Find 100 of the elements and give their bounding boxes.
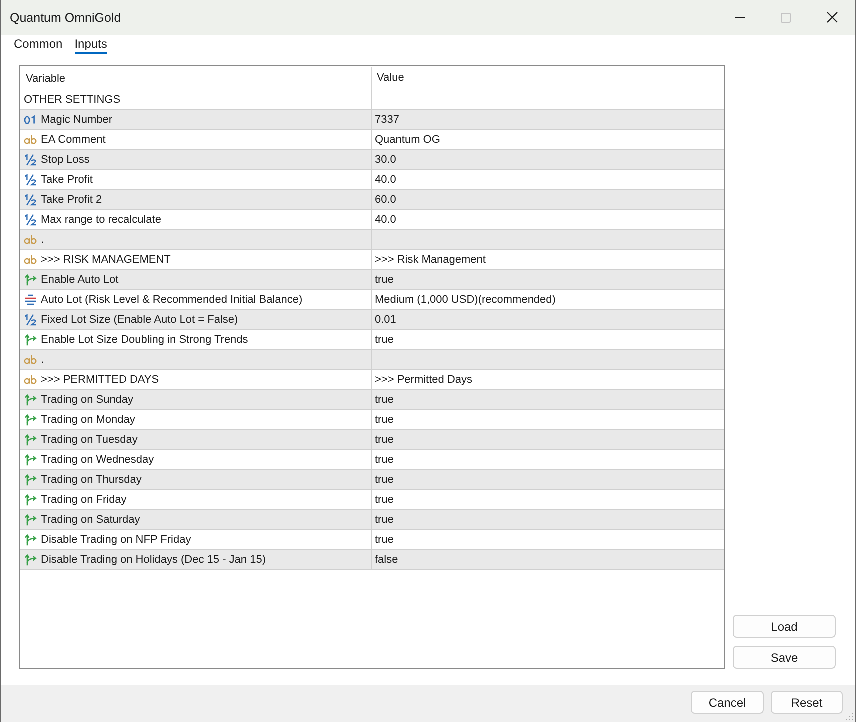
table-row[interactable]: Trading on Saturday true [20, 510, 724, 530]
value-cell-text: false [374, 552, 400, 568]
variable-name: Trading on Wednesday [41, 454, 154, 466]
letters-icon [24, 254, 37, 266]
variable-name: Trading on Monday [41, 414, 136, 426]
table-row[interactable]: Fixed Lot Size (Enable Auto Lot = False) 0.01 [20, 310, 724, 330]
split-arrow-icon [24, 514, 37, 526]
table-row[interactable]: EA Comment Quantum OG [20, 130, 724, 150]
split-arrow-icon [24, 414, 37, 426]
table-row[interactable]: Stop Loss 30.0 [20, 150, 724, 170]
split-arrow-icon [24, 494, 37, 506]
split-arrow-icon [24, 394, 37, 406]
value-cell-text: Quantum OG [374, 132, 442, 148]
value-cell-text: 40.0 [374, 172, 398, 188]
letters-icon [24, 234, 37, 246]
reset-button[interactable]: Reset [771, 691, 843, 714]
split-arrow-icon [24, 434, 37, 446]
table-row[interactable]: Trading on Sunday true [20, 390, 724, 410]
variable-name: . [41, 354, 44, 366]
tab[interactable]: Inputs [74, 35, 108, 54]
variable-name: Trading on Thursday [41, 474, 142, 486]
split-arrow-icon [24, 274, 37, 286]
value-cell-text: true [374, 472, 395, 488]
variable-name: Disable Trading on Holidays (Dec 15 - Jan 15) [41, 554, 266, 566]
split-arrow-icon [24, 534, 37, 546]
variable-name: Trading on Tuesday [41, 434, 138, 446]
fraction-icon [24, 154, 37, 166]
table-row[interactable]: Take Profit 40.0 [20, 170, 724, 190]
variable-name: Take Profit 2 [41, 194, 102, 206]
table-row[interactable]: . [20, 350, 724, 370]
value-cell-text: 0.01 [374, 312, 398, 328]
variable-name: Auto Lot (Risk Level & Recommended Initial Balance) [41, 294, 303, 306]
letters-icon [24, 354, 37, 366]
cancel-button[interactable]: Cancel [691, 691, 764, 714]
value-cell-text: 7337 [374, 112, 400, 128]
table-row[interactable]: >>> RISK MANAGEMENT >>> Risk Management [20, 250, 724, 270]
table-row[interactable]: Trading on Wednesday true [20, 450, 724, 470]
split-arrow-icon [24, 334, 37, 346]
fraction-icon [24, 174, 37, 186]
variable-name: Take Profit [41, 174, 93, 186]
tab[interactable]: Common [14, 35, 63, 54]
resize-grip-icon[interactable] [845, 712, 854, 721]
value-cell-text: >>> Risk Management [374, 252, 487, 268]
table-row[interactable]: Disable Trading on NFP Friday true [20, 530, 724, 550]
value-cell-text: true [374, 412, 395, 428]
load-button[interactable]: Load [733, 615, 836, 638]
table-row[interactable]: Trading on Thursday true [20, 470, 724, 490]
minimize-icon [735, 17, 745, 18]
table-row[interactable]: >>> PERMITTED DAYS >>> Permitted Days [20, 370, 724, 390]
digits-icon [24, 114, 37, 126]
table-row[interactable]: Enable Auto Lot true [20, 270, 724, 290]
variable-name: Disable Trading on NFP Friday [41, 534, 192, 546]
variable-name: Trading on Friday [41, 494, 127, 506]
value-cell-text: true [374, 532, 395, 548]
letters-icon [24, 134, 37, 146]
variable-name: >>> RISK MANAGEMENT [41, 254, 171, 266]
variable-name: Magic Number [41, 114, 113, 126]
variable-name: OTHER SETTINGS [24, 94, 121, 106]
split-arrow-icon [24, 554, 37, 566]
variable-name: Stop Loss [41, 154, 90, 166]
value-cell-text: Medium (1,000 USD)(recommended) [374, 292, 557, 308]
value-cell-text: true [374, 492, 395, 508]
value-cell-text: true [374, 272, 395, 288]
column-header[interactable]: Value [372, 66, 724, 90]
table-row[interactable]: Magic Number 7337 [20, 110, 724, 130]
value-cell-text: 30.0 [374, 152, 398, 168]
save-button[interactable]: Save [733, 646, 836, 669]
variable-name: Trading on Sunday [41, 394, 134, 406]
value-cell-text: true [374, 432, 395, 448]
split-arrow-icon [24, 474, 37, 486]
table-row[interactable]: Trading on Monday true [20, 410, 724, 430]
value-cell-text: 60.0 [374, 192, 398, 208]
variable-name: . [41, 234, 44, 246]
variable-name: Fixed Lot Size (Enable Auto Lot = False) [41, 314, 238, 326]
table-row[interactable]: Trading on Friday true [20, 490, 724, 510]
variable-name: EA Comment [41, 134, 106, 146]
table-row[interactable]: Trading on Tuesday true [20, 430, 724, 450]
fraction-icon [24, 194, 37, 206]
maximize-icon [781, 12, 791, 22]
value-cell-text: true [374, 452, 395, 468]
variable-name: Max range to recalculate [41, 214, 162, 226]
close-icon [826, 12, 838, 23]
variable-name: Trading on Saturday [41, 514, 140, 526]
window-title: Quantum OmniGold [10, 10, 122, 24]
value-cell-text: 40.0 [374, 212, 398, 228]
value-cell-text: >>> Permitted Days [374, 372, 474, 388]
table-row[interactable]: OTHER SETTINGS [20, 90, 724, 110]
variable-name: >>> PERMITTED DAYS [41, 374, 160, 386]
table-row[interactable]: Take Profit 2 60.0 [20, 190, 724, 210]
table-row[interactable]: Enable Lot Size Doubling in Strong Trends true [20, 330, 724, 350]
variable-name: Enable Auto Lot [41, 274, 119, 286]
fraction-icon [24, 214, 37, 226]
value-cell-text: true [374, 392, 395, 408]
table-row[interactable]: Auto Lot (Risk Level & Recommended Initial Balance) Medium (1,000 USD)(recommended) [20, 290, 724, 310]
table-row[interactable]: Disable Trading on Holidays (Dec 15 - Jan 15) false [20, 550, 724, 570]
table-row[interactable]: Max range to recalculate 40.0 [20, 210, 724, 230]
split-arrow-icon [24, 454, 37, 466]
table-row[interactable]: . [20, 230, 724, 250]
variable-name: Enable Lot Size Doubling in Strong Trends [41, 334, 248, 346]
value-cell-text: true [374, 512, 395, 528]
